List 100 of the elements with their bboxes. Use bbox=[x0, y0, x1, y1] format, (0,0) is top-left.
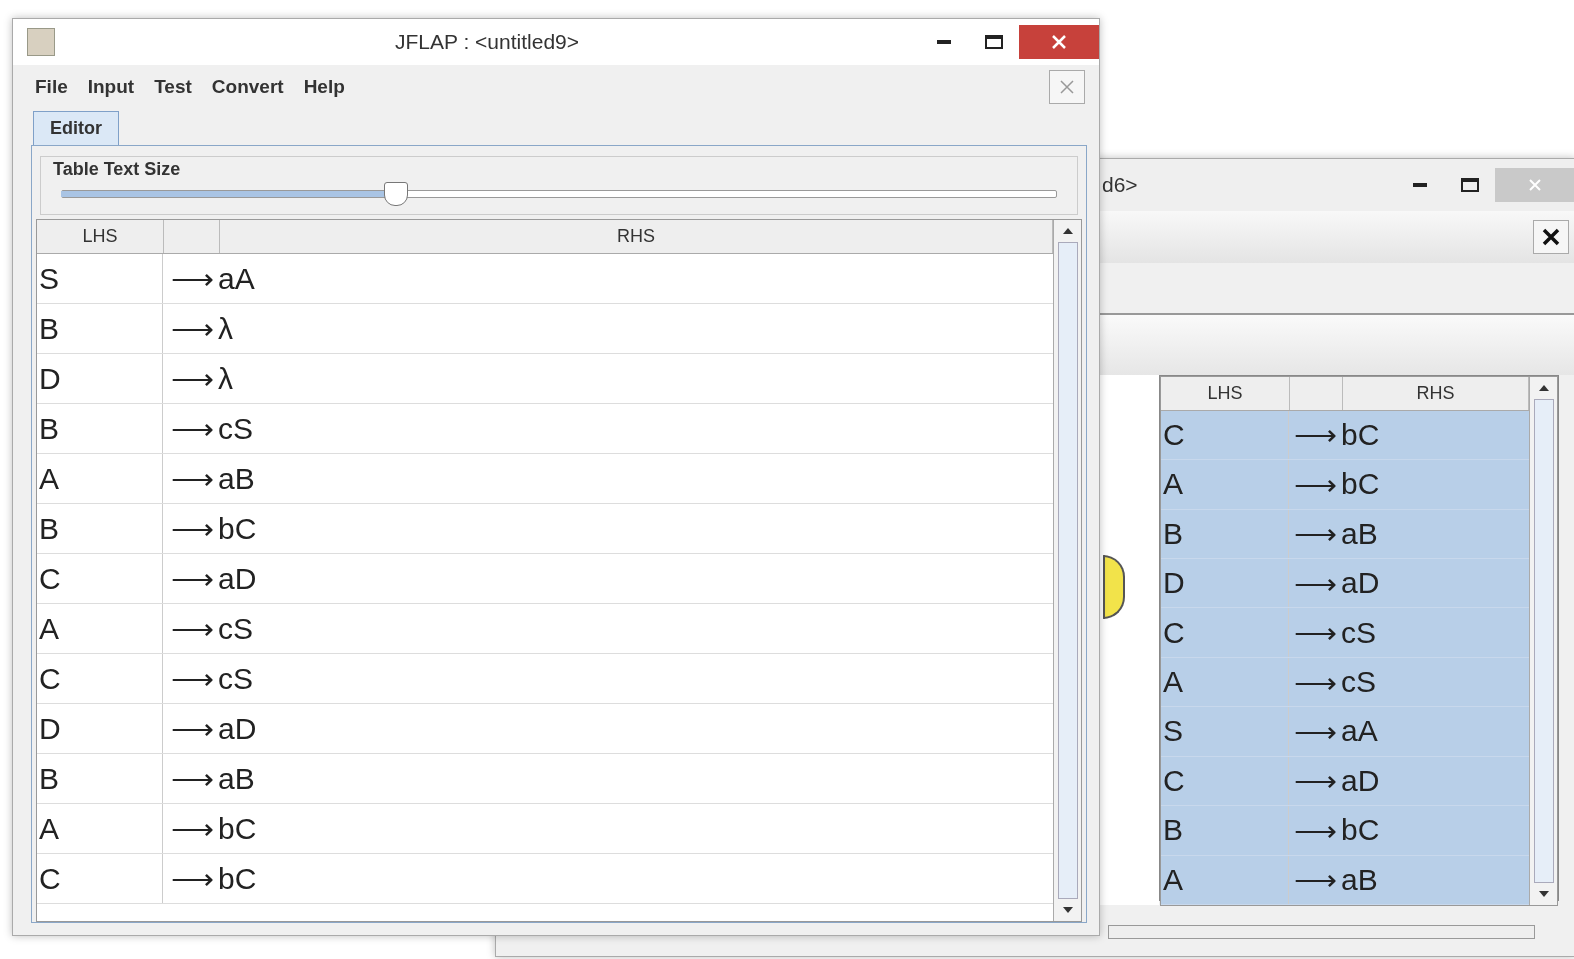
table-row[interactable]: C ⟶aD bbox=[37, 554, 1053, 604]
vertical-scrollbar[interactable] bbox=[1053, 220, 1081, 921]
rhs-cell: aA bbox=[1341, 714, 1378, 749]
lhs-cell: C bbox=[1163, 763, 1185, 798]
column-header[interactable]: LHS bbox=[37, 220, 164, 253]
app-icon bbox=[27, 28, 55, 56]
close-icon bbox=[1058, 78, 1076, 96]
lhs-cell: B bbox=[1163, 813, 1183, 848]
lhs-cell: D bbox=[1163, 566, 1185, 601]
table-row[interactable]: A ⟶cS bbox=[37, 604, 1053, 654]
lhs-cell: A bbox=[1163, 467, 1183, 502]
table-row[interactable]: D ⟶aD bbox=[1161, 558, 1529, 609]
arrow-cell: ⟶ bbox=[1294, 516, 1337, 552]
editor-tab[interactable]: Editor bbox=[33, 111, 119, 145]
table-row[interactable]: B ⟶aB bbox=[37, 754, 1053, 804]
table-row[interactable]: C ⟶bC bbox=[1161, 410, 1529, 461]
vertical-scrollbar[interactable] bbox=[1529, 377, 1557, 905]
lhs-cell: C bbox=[1163, 615, 1185, 650]
arrow-cell: ⟶ bbox=[1294, 812, 1337, 848]
table-row[interactable]: S ⟶aA bbox=[37, 254, 1053, 304]
rhs-cell: bC bbox=[1341, 813, 1380, 848]
arrow-cell: ⟶ bbox=[1294, 862, 1337, 898]
arrow-cell: ⟶ bbox=[171, 361, 214, 396]
lhs-cell: D bbox=[39, 711, 61, 746]
table-row[interactable]: A ⟶aB bbox=[37, 454, 1053, 504]
arrow-cell: ⟶ bbox=[171, 711, 214, 746]
rhs-cell: aB bbox=[218, 461, 255, 496]
rhs-cell: cS bbox=[218, 611, 253, 646]
lhs-cell: S bbox=[39, 261, 59, 296]
lhs-cell: B bbox=[39, 311, 59, 346]
close-icon bbox=[1528, 178, 1542, 192]
table-row[interactable]: B ⟶cS bbox=[37, 404, 1053, 454]
arrow-cell: ⟶ bbox=[171, 761, 214, 796]
lhs-cell: A bbox=[1163, 665, 1183, 700]
arrow-cell: ⟶ bbox=[171, 611, 214, 646]
maximize-icon[interactable] bbox=[1461, 178, 1479, 192]
lhs-cell: B bbox=[1163, 516, 1183, 551]
rhs-cell: cS bbox=[1341, 615, 1376, 650]
arrow-cell: ⟶ bbox=[171, 661, 214, 696]
scroll-up-icon[interactable] bbox=[1062, 228, 1073, 234]
arrow-cell: ⟶ bbox=[171, 311, 214, 346]
arrow-cell: ⟶ bbox=[1294, 417, 1337, 453]
lhs-cell: A bbox=[39, 611, 59, 646]
arrow-cell: ⟶ bbox=[1294, 713, 1337, 749]
scroll-down-icon[interactable] bbox=[1538, 891, 1549, 897]
scroll-up-icon[interactable] bbox=[1538, 385, 1549, 391]
menu-item[interactable]: Input bbox=[79, 76, 143, 98]
arrow-cell: ⟶ bbox=[171, 511, 214, 546]
table-row[interactable]: B ⟶aB bbox=[1161, 509, 1529, 559]
arrow-cell: ⟶ bbox=[171, 561, 214, 596]
size-slider[interactable] bbox=[61, 182, 1057, 206]
lhs-cell: S bbox=[1163, 714, 1183, 749]
arrow-cell: ⟶ bbox=[1294, 615, 1337, 651]
table-row[interactable]: D ⟶λ bbox=[37, 354, 1053, 404]
rhs-cell: cS bbox=[218, 661, 253, 696]
rhs-cell: cS bbox=[218, 411, 253, 446]
rhs-cell: aD bbox=[218, 561, 257, 596]
arrow-cell: ⟶ bbox=[171, 861, 214, 896]
table-row[interactable]: B ⟶bC bbox=[1161, 806, 1529, 856]
table-row[interactable]: B ⟶λ bbox=[37, 304, 1053, 354]
table-row[interactable]: C ⟶aD bbox=[1161, 756, 1529, 807]
table-row[interactable]: A ⟶aB bbox=[1161, 855, 1529, 905]
menu-item[interactable]: Convert bbox=[203, 76, 292, 98]
menu-item[interactable]: Test bbox=[146, 76, 200, 98]
rhs-cell: aB bbox=[1341, 516, 1378, 551]
rhs-cell: bC bbox=[218, 811, 257, 846]
lhs-cell: A bbox=[1163, 862, 1183, 897]
close-tab-button[interactable] bbox=[1533, 220, 1569, 254]
rhs-cell: bC bbox=[218, 511, 257, 546]
column-header[interactable]: LHS bbox=[1161, 377, 1290, 410]
lhs-cell: C bbox=[39, 561, 61, 596]
arrow-cell: ⟶ bbox=[1294, 565, 1337, 601]
table-row[interactable]: A ⟶bC bbox=[1161, 460, 1529, 510]
table-row[interactable]: C ⟶bC bbox=[37, 854, 1053, 904]
lhs-cell: B bbox=[39, 411, 59, 446]
rhs-cell: bC bbox=[1341, 467, 1380, 502]
rhs-cell: bC bbox=[218, 861, 257, 896]
table-row[interactable]: A ⟶bC bbox=[37, 804, 1053, 854]
horizontal-scrollbar[interactable] bbox=[1108, 925, 1535, 939]
table-row[interactable]: D ⟶aD bbox=[37, 704, 1053, 754]
table-row[interactable]: C ⟶cS bbox=[37, 654, 1053, 704]
window-title: d6> bbox=[1102, 173, 1138, 197]
close-button[interactable] bbox=[1019, 25, 1099, 59]
arrow-cell: ⟶ bbox=[171, 811, 214, 846]
close-icon bbox=[1541, 227, 1561, 247]
table-row[interactable]: S ⟶aA bbox=[1161, 707, 1529, 757]
table-row[interactable]: B ⟶bC bbox=[37, 504, 1053, 554]
close-icon bbox=[1051, 34, 1067, 50]
table-row[interactable]: C ⟶cS bbox=[1161, 608, 1529, 658]
arrow-cell: ⟶ bbox=[171, 411, 214, 446]
menu-item[interactable]: Help bbox=[295, 76, 353, 98]
scroll-down-icon[interactable] bbox=[1062, 907, 1073, 913]
menu-item[interactable]: File bbox=[27, 76, 76, 98]
table-row[interactable]: A ⟶cS bbox=[1161, 657, 1529, 708]
rhs-cell: aD bbox=[218, 711, 257, 746]
rhs-cell: λ bbox=[218, 361, 233, 396]
arrow-cell: ⟶ bbox=[171, 261, 214, 296]
slider-thumb[interactable] bbox=[383, 182, 408, 206]
maximize-icon[interactable] bbox=[985, 35, 1003, 49]
rhs-cell: aA bbox=[218, 261, 255, 296]
